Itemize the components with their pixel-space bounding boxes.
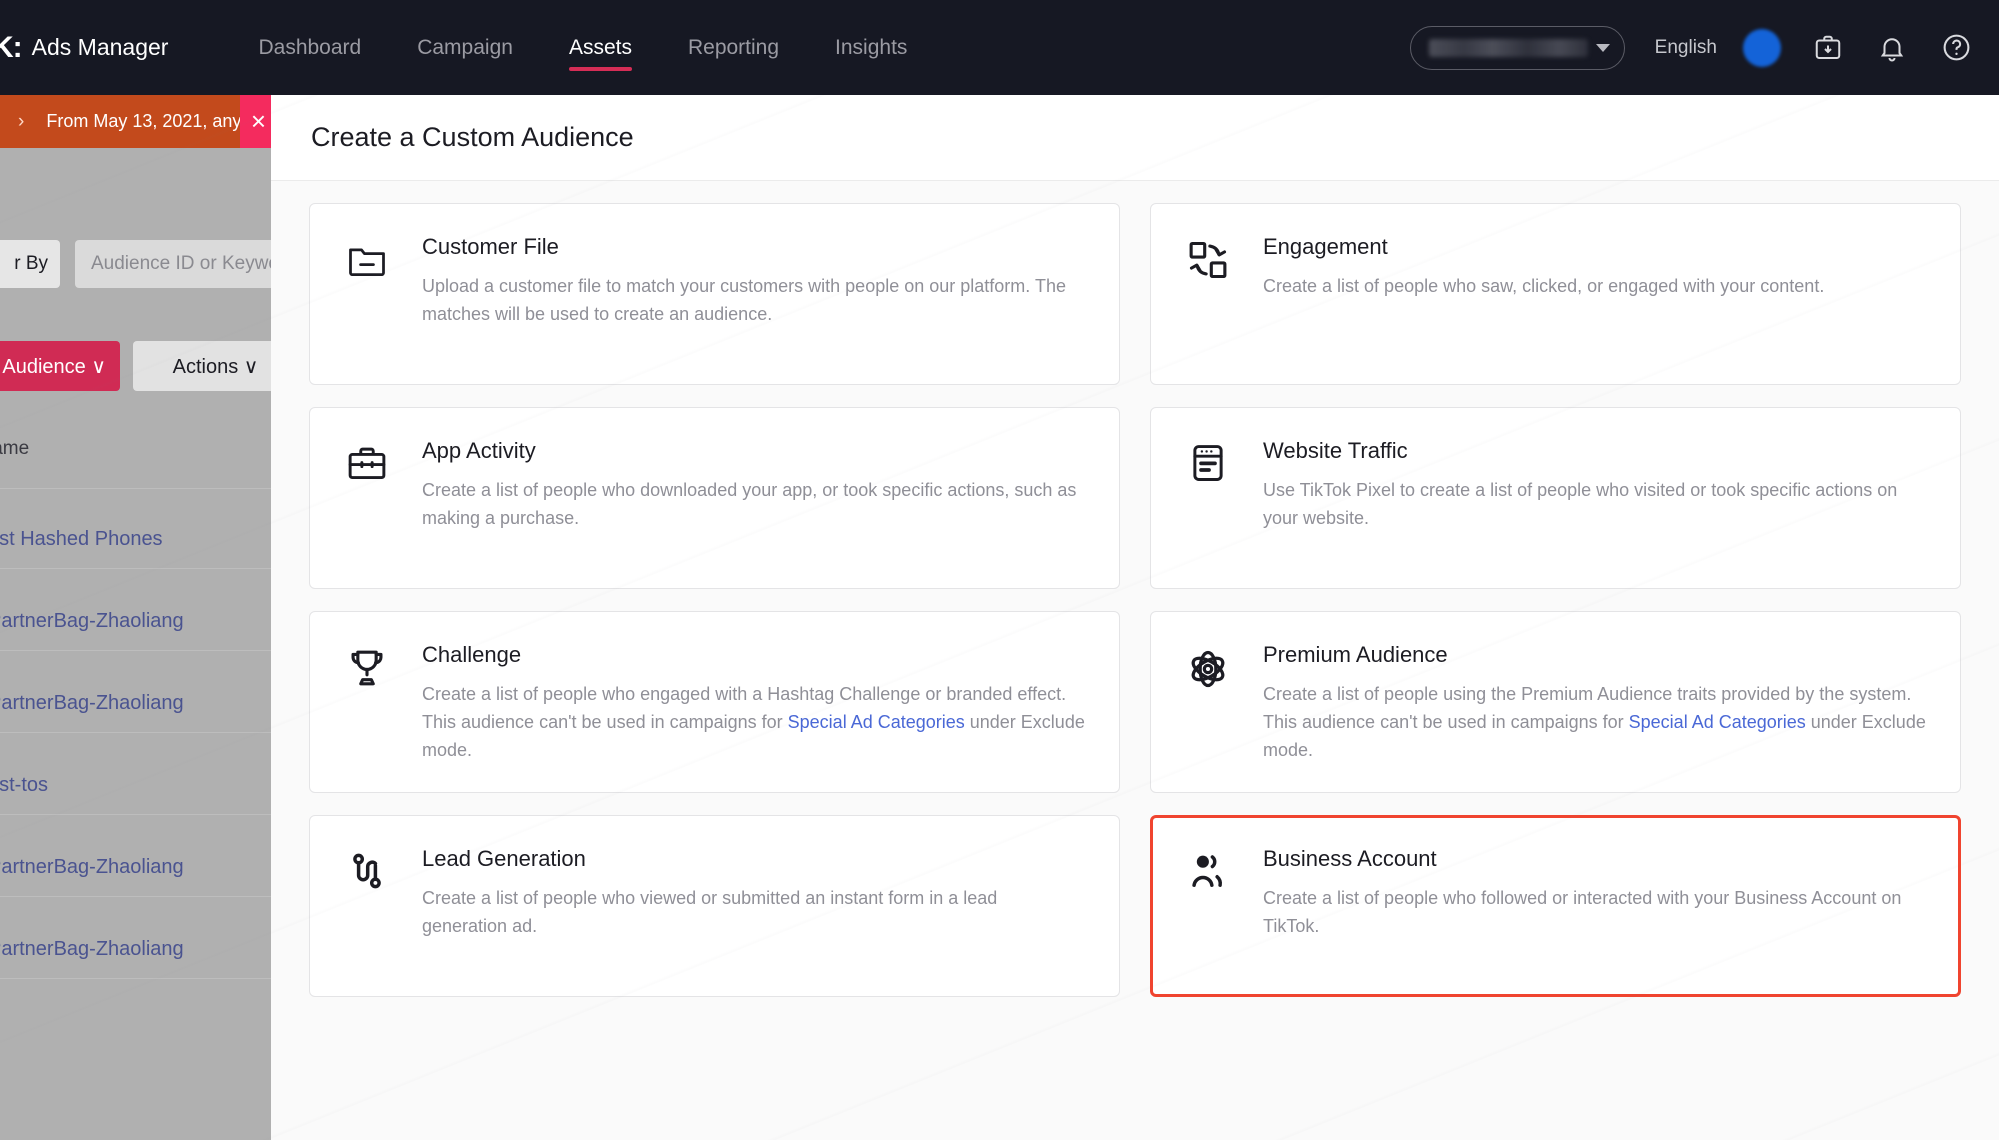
- audience-card-customer-file[interactable]: Customer File Upload a customer file to …: [309, 203, 1120, 385]
- engagement-refresh-icon: [1185, 238, 1231, 384]
- table-row[interactable]: PartnerBag-Zhaoliang: [0, 856, 184, 879]
- audience-card-title: Lead Generation: [422, 846, 586, 871]
- audience-card-desc: Create a list of people who engaged with…: [422, 681, 1085, 765]
- nav-link-assets[interactable]: Assets: [541, 0, 660, 95]
- audience-card-desc: Create a list of people using the Premiu…: [1263, 681, 1926, 765]
- trophy-icon: [344, 646, 390, 792]
- folder-icon: [344, 238, 390, 384]
- inbox-download-icon[interactable]: [1811, 31, 1845, 65]
- help-icon[interactable]: [1939, 31, 1973, 65]
- audience-card-desc: Create a list of people who followed or …: [1263, 888, 1902, 937]
- audience-card-engagement[interactable]: Engagement Create a list of people who s…: [1150, 203, 1961, 385]
- audience-card-desc: Upload a customer file to match your cus…: [422, 276, 1066, 325]
- audience-card-lead-generation[interactable]: Lead Generation Create a list of people …: [309, 815, 1120, 997]
- briefcase-icon: [344, 442, 390, 588]
- table-row[interactable]: est-tos: [0, 774, 48, 797]
- audience-card-app-activity[interactable]: App Activity Create a list of people who…: [309, 407, 1120, 589]
- audience-card-desc: Use TikTok Pixel to create a list of peo…: [1263, 480, 1898, 529]
- create-custom-audience-modal: Create a Custom Audience Customer File U…: [271, 95, 1999, 1140]
- audience-card-title: Engagement: [1263, 234, 1388, 259]
- special-ad-categories-link[interactable]: Special Ad Categories: [1629, 712, 1806, 732]
- brand[interactable]: K: Ads Manager: [0, 30, 169, 64]
- account-selector[interactable]: [1409, 25, 1625, 70]
- lead-form-icon: [344, 850, 390, 996]
- nav-link-reporting[interactable]: Reporting: [660, 0, 807, 95]
- audience-card-title: Challenge: [422, 642, 522, 667]
- brand-name: Ads Manager: [31, 34, 169, 60]
- filter-by-dropdown[interactable]: r By: [0, 240, 60, 288]
- account-selector-value: [1428, 38, 1588, 57]
- audience-card-title: Business Account: [1263, 846, 1437, 871]
- audience-card-title: Premium Audience: [1263, 642, 1448, 667]
- modal-title: Create a Custom Audience: [311, 122, 634, 152]
- nav-link-dashboard[interactable]: Dashboard: [230, 0, 389, 95]
- special-ad-categories-link[interactable]: Special Ad Categories: [788, 712, 965, 732]
- bell-icon[interactable]: [1875, 31, 1909, 65]
- primary-nav: Dashboard Campaign Assets Reporting Insi…: [230, 0, 935, 95]
- nav-link-campaign[interactable]: Campaign: [389, 0, 541, 95]
- audience-card-premium-audience[interactable]: Premium Audience Create a list of people…: [1150, 611, 1961, 793]
- avatar[interactable]: [1743, 28, 1781, 67]
- audience-card-desc: Create a list of people who saw, clicked…: [1263, 276, 1825, 297]
- table-row[interactable]: PartnerBag-Zhaoliang: [0, 610, 184, 633]
- atom-icon: [1185, 646, 1231, 792]
- nav-right-cluster: English: [1409, 25, 1999, 70]
- audience-card-website-traffic[interactable]: Website Traffic Use TikTok Pixel to crea…: [1150, 407, 1961, 589]
- audience-card-title: App Activity: [422, 438, 536, 463]
- audience-card-desc: Create a list of people who viewed or su…: [422, 888, 998, 937]
- table-row[interactable]: est Hashed Phones: [0, 528, 163, 551]
- audience-card-title: Customer File: [422, 234, 559, 259]
- modal-body: Customer File Upload a customer file to …: [271, 181, 1999, 1140]
- nav-link-insights[interactable]: Insights: [807, 0, 935, 95]
- browser-window-icon: [1185, 442, 1231, 588]
- create-audience-button[interactable]: e Audience ∨: [0, 341, 120, 391]
- audience-card-desc: Create a list of people who downloaded y…: [422, 480, 1077, 529]
- audience-type-grid: Customer File Upload a customer file to …: [309, 203, 1961, 997]
- audience-card-business-account[interactable]: Business Account Create a list of people…: [1150, 815, 1961, 997]
- audience-card-challenge[interactable]: Challenge Create a list of people who en…: [309, 611, 1120, 793]
- table-row[interactable]: PartnerBag-Zhaoliang: [0, 938, 184, 961]
- ads-manager-screen: K: Ads Manager Dashboard Campaign Assets…: [0, 0, 1999, 1140]
- chevron-right-icon[interactable]: ›: [18, 111, 24, 133]
- table-row[interactable]: PartnerBag-Zhaoliang: [0, 692, 184, 715]
- modal-header: Create a Custom Audience: [271, 95, 1999, 181]
- top-navigation-bar: K: Ads Manager Dashboard Campaign Assets…: [0, 0, 1999, 95]
- chevron-down-icon: [1595, 43, 1610, 52]
- language-selector[interactable]: English: [1655, 37, 1717, 59]
- audience-card-title: Website Traffic: [1263, 438, 1408, 463]
- tiktok-logo-icon: K:: [0, 30, 23, 64]
- table-column-header-name: lame: [0, 438, 30, 459]
- people-icon: [1185, 850, 1231, 994]
